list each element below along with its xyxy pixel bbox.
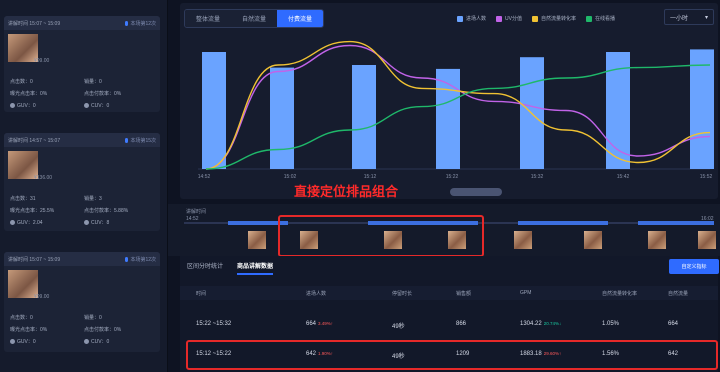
timeline-product-thumb[interactable] [248,231,266,249]
product-card-header: 讲解时间 15:07 ~ 15:09 本场第12次 [4,252,160,266]
col-visitors: 进场人数 [306,291,327,297]
explain-time: 讲解时间 15:07 ~ 15:09 [8,20,61,27]
exposure-click-rate: 曝光点击率：0% [10,91,48,97]
x-tick-label: 15:02 [283,174,297,180]
explain-time: 讲解时间 14:57 ~ 15:07 [8,137,61,144]
chart-bar[interactable] [690,49,714,169]
click-pay-rate: 点击付款率：5.88% [84,208,129,214]
guv-value: GUV：0 [17,103,36,109]
timeline-product-thumb[interactable] [514,231,532,249]
col-conv: 自然流量转化率 [602,291,638,297]
chart-scroll-handle[interactable] [450,188,502,196]
x-tick-label: 15:52 [699,174,713,180]
x-tick-label: 15:12 [363,174,377,180]
chart-bar[interactable] [202,52,226,169]
help-icon[interactable] [10,103,15,108]
product-card[interactable]: 讲解时间 15:07 ~ 15:09 本场第12次 ¥99.00 点击数：0 销… [4,16,160,112]
traffic-chart [198,40,714,170]
sales-count: 销量：0 [84,79,102,85]
product-card[interactable]: 讲解时间 14:57 ~ 15:07 本场第15次 ¥136.00 点击数：31… [4,133,160,231]
table-header: 时间 进场人数 停留时长 销售额 GPM 自然流量转化率 自然流量 [180,286,718,300]
explain-count: 本场第15次 [130,137,156,144]
cell-visitors: 664 3.49%↑ [306,321,333,327]
help-icon[interactable] [10,339,15,344]
col-gpm: GPM [520,290,532,296]
explain-count: 本场第12次 [130,256,156,263]
visitors-change: 3.49%↑ [318,321,334,326]
cuv-value: CUV：8 [91,220,110,226]
custom-metrics-button[interactable]: 自定义指标 [669,259,719,274]
click-count: 点击数：0 [10,79,33,85]
col-stay: 停留时长 [392,291,413,297]
cell-stay: 49秒 [392,324,405,330]
click-pay-rate: 点击付款率：0% [84,327,122,333]
cell-conv: 1.05% [602,321,620,327]
help-icon[interactable] [84,103,89,108]
col-time: 时间 [196,291,207,297]
click-count: 点击数：0 [10,315,33,321]
explain-time: 讲解时间 15:07 ~ 15:09 [8,256,61,263]
exposure-click-rate: 曝光点击率：0% [10,327,48,333]
help-icon[interactable] [84,339,89,344]
microphone-icon [125,20,129,26]
cell-gpm: 1304.22 20.74%↓ [520,321,561,327]
timeline-segment[interactable] [518,221,608,225]
timeline-segment[interactable] [638,221,714,225]
gpm-change: 20.74%↓ [543,321,562,326]
product-price: ¥99.00 [34,58,50,64]
cuv-value: CUV：0 [91,103,110,109]
click-count: 点击数：31 [10,196,36,202]
highlight-box [278,215,484,257]
x-tick-label: 15:32 [530,174,544,180]
x-tick-label: 15:42 [616,174,630,180]
cuv-value: CUV：0 [91,339,110,345]
timeline-product-thumb[interactable] [698,231,716,249]
x-tick-label: 14:52 [197,174,211,180]
chart-bar[interactable] [270,67,294,169]
explain-count: 本场第12次 [130,20,156,27]
explanation-sidebar: 讲解时间 15:07 ~ 15:09 本场第12次 ¥99.00 点击数：0 销… [0,0,168,372]
cell-natural: 664 [668,321,679,327]
row-highlight-box [186,340,718,370]
cell-time: 15:22 ~15:32 [196,321,232,327]
x-tick-label: 15:22 [445,174,459,180]
product-card-header: 讲解时间 14:57 ~ 15:07 本场第15次 [4,133,160,147]
product-price: ¥136.00 [34,175,53,181]
timeline-product-thumb[interactable] [584,231,602,249]
detail-tabs: 区间分时统计 商品讲解数据 [187,261,274,275]
main-panel: 整体流量 自然流量 付费流量 进场人数 UV分值 自然流量转化率 在线看播 一小… [168,0,720,372]
exposure-click-rate: 曝光点击率：25.5% [10,208,55,214]
product-card-header: 讲解时间 15:07 ~ 15:09 本场第12次 [4,16,160,30]
traffic-chart-panel: 整体流量 自然流量 付费流量 进场人数 UV分值 自然流量转化率 在线看播 一小… [180,3,718,199]
sales-count: 销量：0 [84,315,102,321]
help-icon[interactable] [10,220,15,225]
col-natural: 自然流量 [668,291,689,297]
timeline-product-thumb[interactable] [648,231,666,249]
gpm-value: 1304.22 [520,321,542,327]
click-pay-rate: 点击付款率：0% [84,91,122,97]
tab-product-explain-data[interactable]: 商品讲解数据 [237,261,274,275]
guv-value: GUV：2.04 [17,220,43,226]
table-row[interactable]: 15:22 ~15:32 664 3.49%↑ 49秒 866 1304.22 20… [180,308,718,340]
tab-interval-stats[interactable]: 区间分时统计 [187,261,223,275]
timeline-label: 讲解时间 [186,209,207,215]
col-sales: 销售额 [456,291,472,297]
microphone-icon [125,137,129,143]
cell-sales: 866 [456,321,467,327]
microphone-icon [125,256,129,262]
help-icon[interactable] [84,220,89,225]
guv-value: GUV：0 [17,339,36,345]
chart-bar[interactable] [352,65,376,169]
sales-count: 销量：3 [84,196,102,202]
product-price: ¥99.00 [34,294,50,300]
product-card[interactable]: 讲解时间 15:07 ~ 15:09 本场第12次 ¥99.00 点击数：0 销… [4,252,160,352]
annotation-text: 直接定位排品组合 [294,184,399,199]
visitors-value: 664 [306,321,317,327]
